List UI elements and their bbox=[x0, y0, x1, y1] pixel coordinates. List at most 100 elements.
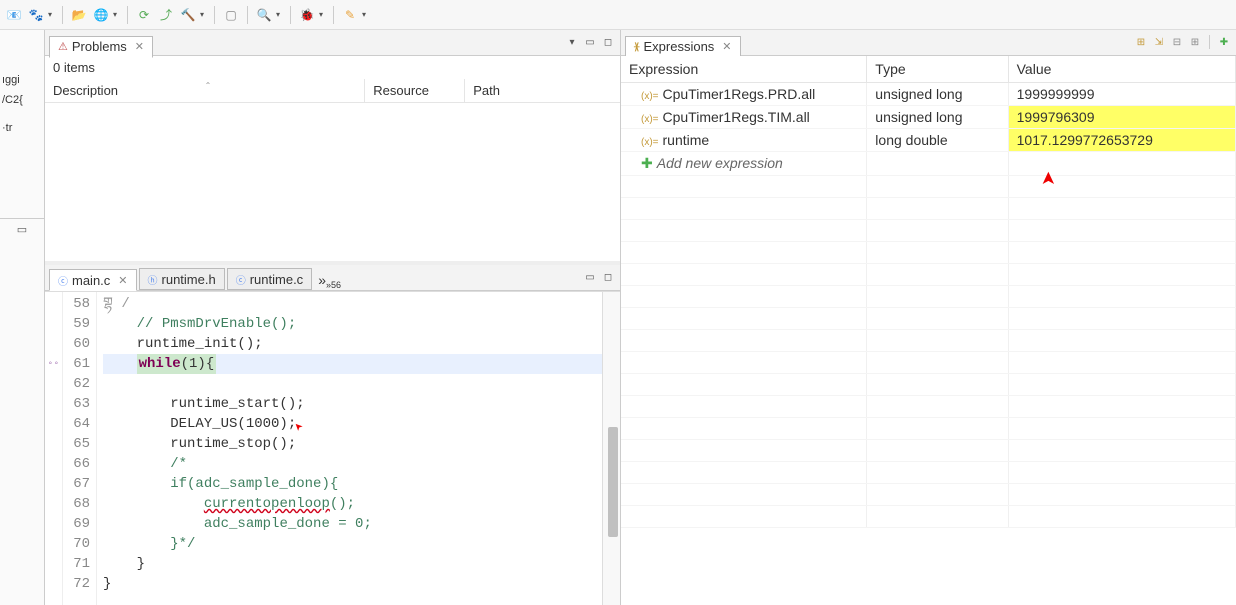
col-path[interactable]: Path bbox=[465, 79, 620, 103]
overview-ruler[interactable] bbox=[602, 292, 620, 605]
expressions-icon: ᚕ bbox=[634, 40, 639, 53]
table-row bbox=[621, 352, 1236, 374]
dropdown-icon[interactable]: ▾ bbox=[200, 10, 208, 19]
editor-more-tabs[interactable]: »»56 bbox=[314, 272, 345, 290]
c-file-icon: ⓒ bbox=[58, 273, 68, 288]
tab-label: Expressions bbox=[643, 39, 714, 54]
table-row bbox=[621, 242, 1236, 264]
minimize-icon[interactable]: ▭ bbox=[582, 270, 598, 286]
problems-count: 0 items bbox=[45, 56, 620, 79]
table-row bbox=[621, 462, 1236, 484]
table-row bbox=[621, 176, 1236, 198]
close-icon[interactable]: ✕ bbox=[118, 274, 127, 287]
variable-icon: (x)= bbox=[641, 137, 659, 148]
line-number-gutter[interactable]: 58 59 60 61 62 63 64 65 66 67 68 69 70 7… bbox=[63, 292, 97, 605]
minimize-icon[interactable]: ▭ bbox=[582, 35, 598, 51]
code-editor[interactable]: ◦◦ 58 59 60 61 62 63 64 bbox=[45, 291, 620, 605]
tab-problems[interactable]: ⚠ Problems ✕ bbox=[49, 36, 153, 58]
left-sidebar-fragment: ıggi /C2{ ·tr ▭ bbox=[0, 30, 45, 605]
toolbar-collapse-icon[interactable]: ⊟ bbox=[1169, 35, 1185, 51]
toolbar-btn-skip-icon[interactable]: 🐾 bbox=[26, 5, 46, 25]
editor-tab-runtime-c[interactable]: ⓒ runtime.c bbox=[227, 268, 312, 290]
toolbar-btn-mail-icon[interactable]: 📧 bbox=[4, 5, 24, 25]
main-toolbar: 📧 🐾▾ 📂 🌐▾ ⟳ ⤴ 🔨▾ ▢ 🔍▾ 🐞▾ ✎▾ bbox=[0, 0, 1236, 30]
expressions-tab-bar: ᚕ Expressions ✕ ⊞ ⇲ ⊟ ⊞ ✚ bbox=[621, 30, 1236, 56]
table-row bbox=[621, 374, 1236, 396]
tab-expressions[interactable]: ᚕ Expressions ✕ bbox=[625, 36, 741, 58]
editor-tab-runtime-h[interactable]: ⓗ runtime.h bbox=[139, 268, 225, 290]
table-row bbox=[621, 330, 1236, 352]
expressions-view: Expression Type Value (x)=CpuTimer1Regs.… bbox=[621, 56, 1236, 605]
marker-column[interactable]: ◦◦ bbox=[45, 292, 63, 605]
center-column: ⚠ Problems ✕ ▾ ▭ ◻ 0 items ⌃Description … bbox=[45, 30, 621, 605]
table-row bbox=[621, 418, 1236, 440]
close-icon[interactable]: ✕ bbox=[722, 40, 731, 53]
sidebar-fragment-text: ·tr bbox=[0, 118, 44, 138]
sidebar-fragment-text bbox=[0, 110, 44, 118]
toolbar-btn-open-icon[interactable]: 📂 bbox=[69, 5, 89, 25]
col-value[interactable]: Value bbox=[1008, 56, 1235, 83]
table-row bbox=[621, 484, 1236, 506]
dropdown-icon[interactable]: ▾ bbox=[113, 10, 121, 19]
dropdown-icon[interactable]: ▾ bbox=[362, 10, 370, 19]
add-expression-icon[interactable]: ✚ bbox=[1216, 35, 1232, 51]
editor-tab-main-c[interactable]: ⓒ main.c ✕ bbox=[49, 269, 137, 291]
table-row bbox=[621, 286, 1236, 308]
expressions-table[interactable]: Expression Type Value (x)=CpuTimer1Regs.… bbox=[621, 56, 1236, 528]
toolbar-new-icon[interactable]: ⊞ bbox=[1133, 35, 1149, 51]
table-row bbox=[621, 506, 1236, 528]
tab-label: runtime.h bbox=[162, 272, 216, 287]
view-menu-icon[interactable]: ▾ bbox=[564, 35, 580, 51]
variable-icon: (x)= bbox=[641, 91, 659, 102]
variable-icon: (x)= bbox=[641, 114, 659, 125]
separator bbox=[62, 6, 63, 24]
add-expression-row[interactable]: ✚Add new expression bbox=[621, 152, 1236, 176]
table-row bbox=[621, 198, 1236, 220]
c-file-icon: ⓒ bbox=[236, 272, 246, 287]
toolbar-btn-new-icon[interactable]: ▢ bbox=[221, 5, 241, 25]
table-row bbox=[621, 308, 1236, 330]
toolbar-btn-annotate-icon[interactable]: ✎ bbox=[340, 5, 360, 25]
toolbar-btn-search-icon[interactable]: 🔍 bbox=[254, 5, 274, 25]
restore-icon[interactable]: ▭ bbox=[0, 218, 44, 236]
maximize-icon[interactable]: ◻ bbox=[600, 270, 616, 286]
separator bbox=[127, 6, 128, 24]
close-icon[interactable]: ✕ bbox=[135, 40, 144, 53]
sidebar-fragment-text: /C2{ bbox=[0, 90, 44, 110]
col-description[interactable]: ⌃Description bbox=[45, 79, 365, 103]
toolbar-btn-step-return-icon[interactable]: ⤴ bbox=[156, 5, 176, 25]
maximize-icon[interactable]: ◻ bbox=[600, 35, 616, 51]
expression-row[interactable]: (x)=CpuTimer1Regs.PRD.all unsigned long … bbox=[621, 83, 1236, 106]
table-row bbox=[621, 220, 1236, 242]
dropdown-icon[interactable]: ▾ bbox=[48, 10, 56, 19]
add-icon: ✚ bbox=[641, 155, 653, 171]
problems-view: 0 items ⌃Description Resource Path bbox=[45, 56, 620, 261]
scrollbar-thumb[interactable] bbox=[608, 427, 618, 537]
problems-table[interactable]: ⌃Description Resource Path bbox=[45, 79, 620, 261]
toolbar-btn-globe-icon[interactable]: 🌐 bbox=[91, 5, 111, 25]
col-resource[interactable]: Resource bbox=[365, 79, 465, 103]
col-type[interactable]: Type bbox=[867, 56, 1008, 83]
separator bbox=[333, 6, 334, 24]
tab-label: runtime.c bbox=[250, 272, 303, 287]
toolbar-import-icon[interactable]: ⇲ bbox=[1151, 35, 1167, 51]
dropdown-icon[interactable]: ▾ bbox=[319, 10, 327, 19]
toolbar-btn-restart-icon[interactable]: ⟳ bbox=[134, 5, 154, 25]
sidebar-fragment-text: ıggi bbox=[0, 70, 44, 90]
tab-label: Problems bbox=[72, 39, 127, 54]
code-area[interactable]: གྷ / // PmsmDrvEnable(); runtime_init();… bbox=[97, 292, 602, 605]
right-column: ᚕ Expressions ✕ ⊞ ⇲ ⊟ ⊞ ✚ Expression Typ… bbox=[621, 30, 1236, 605]
tab-label: main.c bbox=[72, 273, 110, 288]
h-file-icon: ⓗ bbox=[148, 272, 158, 287]
toolbar-btn-build-icon[interactable]: 🔨 bbox=[178, 5, 198, 25]
table-row bbox=[621, 264, 1236, 286]
toolbar-expand-icon[interactable]: ⊞ bbox=[1187, 35, 1203, 51]
expression-row[interactable]: (x)=CpuTimer1Regs.TIM.all unsigned long … bbox=[621, 106, 1236, 129]
toolbar-btn-debug-icon[interactable]: 🐞 bbox=[297, 5, 317, 25]
col-expression[interactable]: Expression bbox=[621, 56, 867, 83]
table-row bbox=[621, 396, 1236, 418]
dropdown-icon[interactable]: ▾ bbox=[276, 10, 284, 19]
breakpoint-icon[interactable]: ◦◦ bbox=[47, 359, 59, 370]
problems-tab-bar: ⚠ Problems ✕ ▾ ▭ ◻ bbox=[45, 30, 620, 56]
expression-row[interactable]: (x)=runtime long double 1017.12997726537… bbox=[621, 129, 1236, 152]
